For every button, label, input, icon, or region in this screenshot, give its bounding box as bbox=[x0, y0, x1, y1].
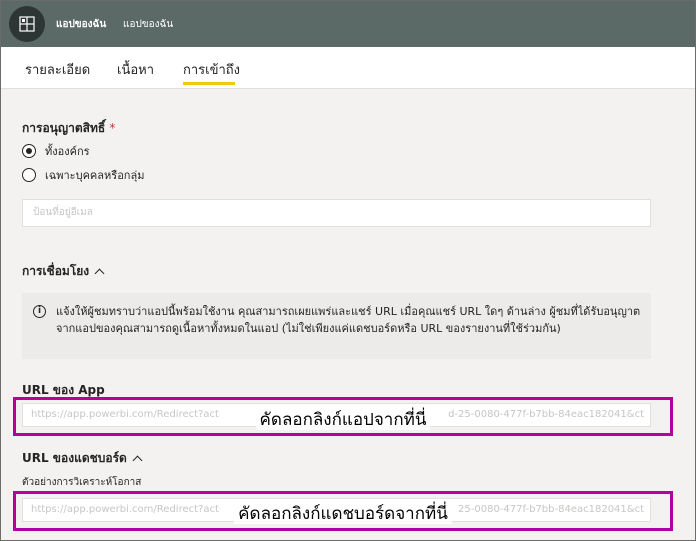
radio-button[interactable] bbox=[22, 168, 36, 182]
tab-details[interactable]: รายละเอียด bbox=[25, 59, 90, 80]
radio-specific-people[interactable]: เฉพาะบุคคลหรือกลุ่ม bbox=[22, 166, 144, 184]
dashboard-url-highlight: คัดลอกลิงก์แดชบอร์ดจากที่นี่ bbox=[13, 491, 673, 531]
radio-label: เฉพาะบุคคลหรือกลุ่ม bbox=[45, 169, 145, 182]
info-icon: i bbox=[33, 305, 46, 318]
dashboard-name: ตัวอย่างการวิเคราะห์โอกาส bbox=[22, 477, 142, 488]
app-breadcrumb[interactable]: แอปของฉัน bbox=[123, 17, 173, 32]
radio-button[interactable] bbox=[22, 144, 36, 158]
active-tab-indicator bbox=[183, 82, 235, 85]
email-input[interactable]: ป้อนที่อยู่อีเมล bbox=[22, 199, 651, 227]
info-message: i แจ้งให้ผู้ชมทราบว่าแอปนี้พร้อมใช้งาน ค… bbox=[22, 293, 651, 359]
radio-label: ทั้งองค์กร bbox=[45, 145, 90, 158]
permissions-heading: การอนุญาตสิทธิ์ * bbox=[22, 121, 116, 135]
app-settings-window: แอปของฉัน แอปของฉัน รายละเอียด เนื้อหา ก… bbox=[0, 0, 696, 541]
chevron-up-icon[interactable] bbox=[94, 268, 105, 279]
links-heading[interactable]: การเชื่อมโยง bbox=[22, 262, 105, 281]
app-name: แอปของฉัน bbox=[56, 19, 107, 30]
tab-access[interactable]: การเข้าถึง bbox=[183, 59, 240, 80]
tab-bar: รายละเอียด เนื้อหา การเข้าถึง bbox=[1, 47, 695, 89]
required-mark: * bbox=[109, 121, 116, 135]
app-url-callout: คัดลอกลิงก์แอปจากที่นี่ bbox=[16, 406, 670, 433]
app-grid-icon bbox=[9, 6, 45, 42]
tab-content[interactable]: เนื้อหา bbox=[117, 59, 154, 80]
chevron-up-icon[interactable] bbox=[132, 455, 143, 466]
radio-entire-org[interactable]: ทั้งองค์กร bbox=[22, 142, 90, 160]
dashboard-url-callout: คัดลอกลิงก์แดชบอร์ดจากที่นี่ bbox=[16, 500, 670, 527]
dashboard-url-heading[interactable]: URL ของแดชบอร์ด bbox=[22, 449, 143, 468]
app-url-highlight: คัดลอกลิงก์แอปจากที่นี่ bbox=[13, 397, 673, 436]
app-header: แอปของฉัน แอปของฉัน bbox=[1, 1, 695, 47]
info-text: แจ้งให้ผู้ชมทราบว่าแอปนี้พร้อมใช้งาน คุณ… bbox=[56, 305, 641, 335]
